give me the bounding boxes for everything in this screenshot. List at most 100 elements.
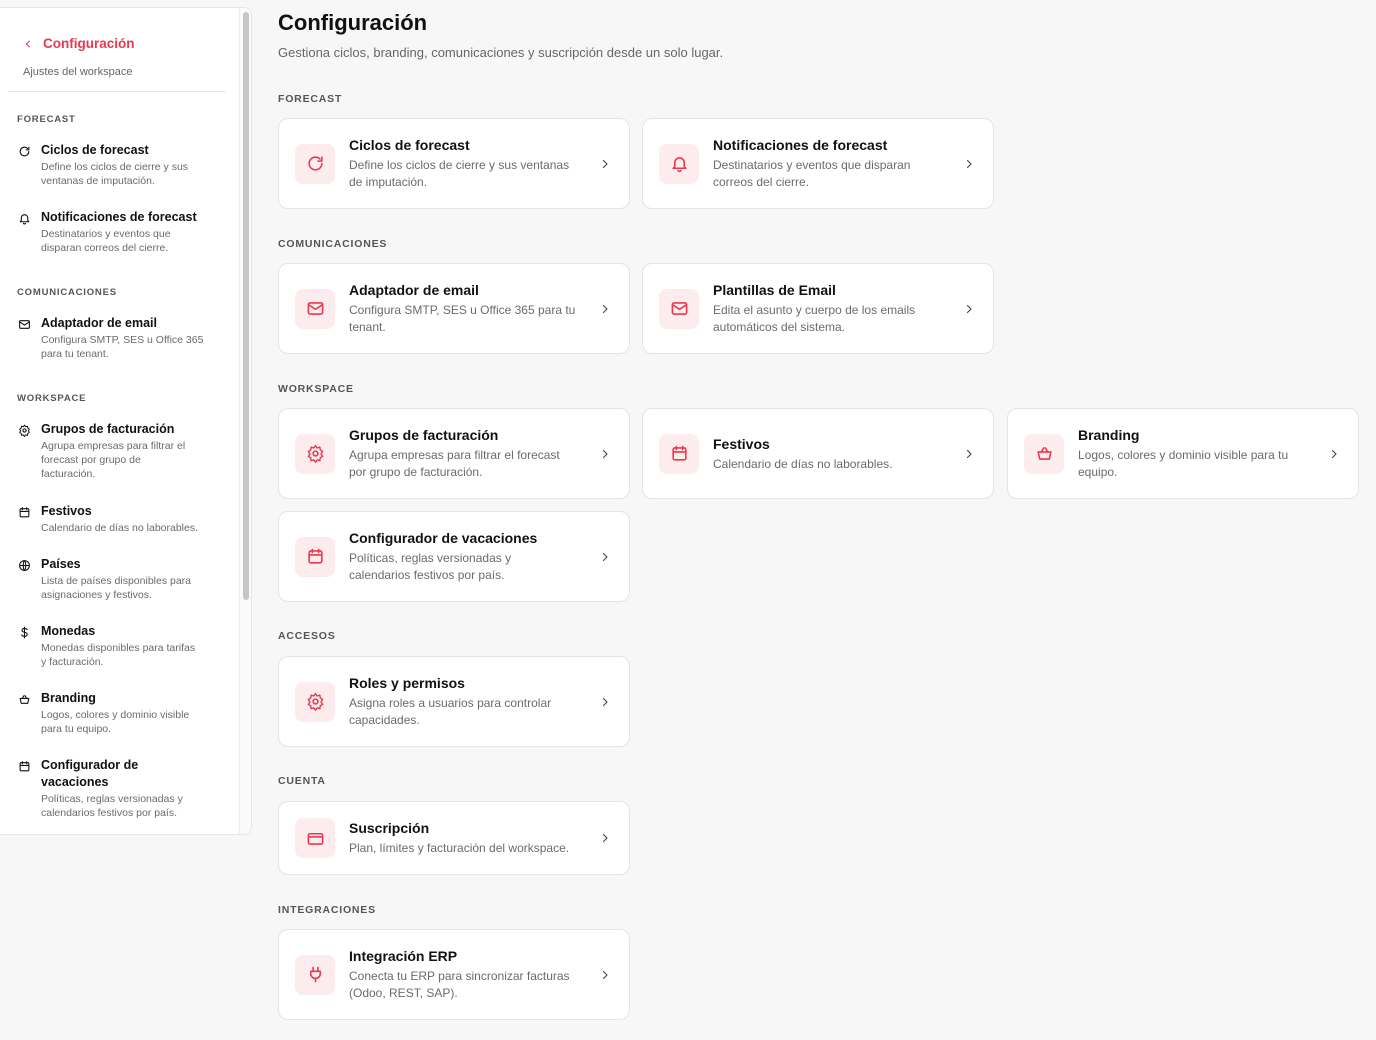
plug-icon <box>295 954 335 995</box>
section-integraciones: INTEGRACIONES <box>278 904 376 916</box>
card-title: Plantillas de Email <box>713 282 836 298</box>
card-title: Ciclos de forecast <box>349 137 470 153</box>
card-desc: Plan, límites y facturación del workspac… <box>349 841 570 855</box>
card-desc: Conecta tu ERP para sincronizar facturas… <box>349 969 570 1000</box>
back-to-configuracion-link[interactable]: Configuración <box>23 36 135 51</box>
basket-icon <box>17 692 31 706</box>
sidebar-item-title: Países <box>41 557 81 571</box>
chevron-right-icon <box>963 448 975 460</box>
section-comunicaciones: COMUNICACIONES <box>278 238 388 250</box>
card-title: Notificaciones de forecast <box>713 137 888 153</box>
card-grupos-de-facturacion[interactable]: Grupos de facturación Agrupa empresas pa… <box>278 408 630 499</box>
sidebar-item-title: Ciclos de forecast <box>41 143 149 157</box>
sidebar-item-paises[interactable]: Países Lista de países disponibles para … <box>17 557 229 602</box>
card-desc: Logos, colores y dominio visible para tu… <box>1078 448 1289 479</box>
sidebar-section-comunicaciones: COMUNICACIONES <box>17 287 117 298</box>
card-roles-y-permisos[interactable]: Roles y permisos Asigna roles a usuarios… <box>278 656 630 747</box>
card-integracion-erp[interactable]: Integración ERP Conecta tu ERP para sinc… <box>278 929 630 1020</box>
sidebar-item-desc: Destinatarios y eventos que <box>41 228 171 240</box>
sidebar-item-desc: ventanas de imputación. <box>41 175 155 187</box>
card-desc: Asigna roles a usuarios para controlar ca… <box>349 696 552 727</box>
sidebar-item-notificaciones-de-forecast[interactable]: Notificaciones de forecast Destinatarios… <box>17 210 229 255</box>
section-workspace: WORKSPACE <box>278 383 354 395</box>
calendar-icon <box>295 536 335 577</box>
basket-icon <box>1024 433 1064 474</box>
sidebar-item-ciclos-de-forecast[interactable]: Ciclos de forecast Define los ciclos de … <box>17 143 229 188</box>
card-title: Configurador de vacaciones <box>349 530 538 546</box>
card-title: Branding <box>1078 427 1140 443</box>
card-adaptador-de-email[interactable]: Adaptador de email Configura SMTP, SES u… <box>278 263 630 354</box>
sidebar-item-grupos-de-facturacion[interactable]: Grupos de facturación Agrupa empresas pa… <box>17 422 229 481</box>
card-desc: Configura SMTP, SES u Office 365 para tu… <box>349 303 576 334</box>
back-link-label: Configuración <box>43 36 135 51</box>
card-desc: Destinatarios y eventos que disparan corr… <box>713 158 911 189</box>
sidebar-item-desc: calendarios festivos por país. <box>41 807 177 819</box>
card-branding[interactable]: Branding Logos, colores y dominio visibl… <box>1007 408 1359 499</box>
chevron-right-icon <box>599 696 611 708</box>
sidebar-item-desc: Agrupa empresas para filtrar el <box>41 440 186 452</box>
card-desc: Define los ciclos de cierre y sus ventan… <box>349 158 570 189</box>
card-title: Festivos <box>713 435 770 452</box>
card-title: Roles y permisos <box>349 675 465 691</box>
sidebar-item-title: Branding <box>41 691 96 705</box>
sidebar-subtitle: Ajustes del workspace <box>23 66 133 78</box>
sidebar-item-desc: para tu tenant. <box>41 348 109 360</box>
sidebar-item-desc: Lista de países disponibles para <box>41 575 192 587</box>
calendar-icon <box>17 759 31 773</box>
page-title: Configuración <box>278 10 428 35</box>
sidebar-item-festivos[interactable]: Festivos Calendario de días no laborable… <box>17 504 229 535</box>
bell-icon <box>17 211 31 225</box>
chevron-right-icon <box>599 158 611 170</box>
chevron-right-icon <box>963 158 975 170</box>
globe-icon <box>17 558 31 572</box>
card-title: Adaptador de email <box>349 282 479 298</box>
sidebar-section-forecast: FORECAST <box>17 114 76 125</box>
chevron-right-icon <box>599 969 611 981</box>
sidebar-item-desc: forecast por grupo de <box>41 454 141 466</box>
sidebar-item-desc: y facturación. <box>41 656 104 668</box>
sidebar-scrollbar-thumb[interactable] <box>243 12 249 600</box>
chevron-right-icon <box>599 832 611 844</box>
calendar-icon <box>17 505 31 519</box>
sidebar-item-adaptador-de-email[interactable]: Adaptador de email Configura SMTP, SES u… <box>17 316 229 361</box>
chevron-right-icon <box>599 303 611 315</box>
gear-icon <box>295 681 335 722</box>
sidebar-item-desc: facturación. <box>41 468 96 480</box>
mail-icon <box>17 317 31 331</box>
card-festivos[interactable]: Festivos Calendario de días no laborable… <box>642 408 994 499</box>
card-plantillas-de-email[interactable]: Plantillas de Email Edita el asunto y cu… <box>642 263 994 354</box>
sidebar-item-desc: Define los ciclos de cierre y sus <box>41 161 189 173</box>
sidebar-item-desc: Configura SMTP, SES u Office 365 <box>41 334 204 346</box>
section-cuenta: CUENTA <box>278 775 326 787</box>
chevron-right-icon <box>963 303 975 315</box>
sidebar-scrollbar[interactable] <box>239 8 251 834</box>
card-title: Integración ERP <box>349 948 458 964</box>
sidebar-item-title: Monedas <box>41 624 96 638</box>
mail-icon <box>295 288 335 329</box>
card-ciclos-de-forecast[interactable]: Ciclos de forecast Define los ciclos de … <box>278 118 630 209</box>
gear-icon <box>17 423 31 437</box>
sidebar-item-desc: Calendario de días no laborables. <box>41 522 199 534</box>
card-notificaciones-de-forecast[interactable]: Notificaciones de forecast Destinatarios… <box>642 118 994 209</box>
section-accesos: ACCESOS <box>278 630 336 642</box>
sidebar-item-monedas[interactable]: Monedas Monedas disponibles para tarifas… <box>17 624 229 669</box>
sidebar-item-configurador-de-vacaciones[interactable]: Configurador de vacaciones Políticas, re… <box>17 758 229 820</box>
chevron-right-icon <box>599 551 611 563</box>
sidebar-item-desc: asignaciones y festivos. <box>41 589 152 601</box>
card-suscripcion[interactable]: Suscripción Plan, límites y facturación … <box>278 801 630 875</box>
card-desc: Agrupa empresas para filtrar el forecast… <box>349 448 560 479</box>
sidebar-item-desc: para tu equipo. <box>41 723 112 735</box>
sidebar-section-workspace: WORKSPACE <box>17 393 87 404</box>
refresh-icon <box>295 143 335 184</box>
chevron-right-icon <box>599 448 611 460</box>
chevron-left-icon <box>23 39 33 49</box>
sidebar-item-branding[interactable]: Branding Logos, colores y dominio visibl… <box>17 691 229 736</box>
sidebar-content: Configuración Ajustes del workspace FORE… <box>0 8 238 834</box>
refresh-icon <box>17 144 31 158</box>
calendar-icon <box>659 433 699 474</box>
card-configurador-de-vacaciones[interactable]: Configurador de vacaciones Políticas, re… <box>278 511 630 602</box>
sidebar-item-desc: Logos, colores y dominio visible <box>41 709 190 721</box>
chevron-right-icon <box>1328 448 1340 460</box>
card-desc: Calendario de días no laborables. <box>713 456 893 471</box>
sidebar-item-title: Adaptador de email <box>41 316 157 330</box>
